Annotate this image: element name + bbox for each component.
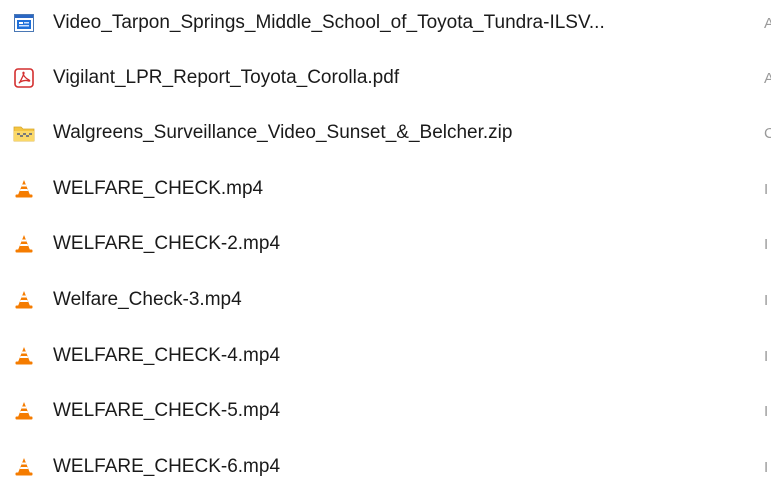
vlc-icon: [13, 400, 35, 422]
file-row[interactable]: WELFARE_CHECK-5.mp4 I: [0, 391, 771, 431]
column-edge-text: I: [764, 235, 769, 253]
file-name: WELFARE_CHECK-6.mp4: [53, 456, 281, 477]
column-edge-text: A: [764, 14, 771, 32]
file-name: WELFARE_CHECK-4.mp4: [53, 345, 281, 366]
file-list: Video_Tarpon_Springs_Middle_School_of_To…: [0, 0, 771, 489]
vlc-icon: [13, 345, 35, 367]
video-player-icon: [13, 12, 35, 34]
file-row[interactable]: Vigilant_LPR_Report_Toyota_Corolla.pdf A: [0, 58, 771, 98]
vlc-icon: [13, 178, 35, 200]
vlc-icon: [13, 456, 35, 478]
column-edge-text: I: [764, 291, 769, 309]
file-name: WELFARE_CHECK-5.mp4: [53, 400, 281, 421]
column-edge-text: C: [764, 124, 771, 142]
file-name: WELFARE_CHECK.mp4: [53, 178, 264, 199]
file-name: WELFARE_CHECK-2.mp4: [53, 233, 281, 254]
file-row[interactable]: WELFARE_CHECK-2.mp4 I: [0, 224, 771, 264]
column-edge-text: I: [764, 180, 769, 198]
file-row[interactable]: Video_Tarpon_Springs_Middle_School_of_To…: [0, 3, 771, 43]
file-name: Video_Tarpon_Springs_Middle_School_of_To…: [53, 12, 605, 33]
column-edge-text: I: [764, 347, 769, 365]
file-row[interactable]: Walgreens_Surveillance_Video_Sunset_&_Be…: [0, 113, 771, 153]
file-name: Welfare_Check-3.mp4: [53, 289, 242, 310]
file-row[interactable]: Welfare_Check-3.mp4 I: [0, 280, 771, 320]
file-row[interactable]: WELFARE_CHECK.mp4 I: [0, 169, 771, 209]
file-name: Walgreens_Surveillance_Video_Sunset_&_Be…: [53, 122, 513, 143]
file-row[interactable]: WELFARE_CHECK-6.mp4 I: [0, 447, 771, 487]
vlc-icon: [13, 233, 35, 255]
column-edge-text: A: [764, 69, 771, 87]
column-edge-text: I: [764, 402, 769, 420]
zip-folder-icon: [13, 122, 35, 144]
file-name: Vigilant_LPR_Report_Toyota_Corolla.pdf: [53, 67, 400, 88]
vlc-icon: [13, 289, 35, 311]
file-row[interactable]: WELFARE_CHECK-4.mp4 I: [0, 336, 771, 376]
column-edge-text: I: [764, 458, 769, 476]
pdf-icon: [13, 67, 35, 89]
